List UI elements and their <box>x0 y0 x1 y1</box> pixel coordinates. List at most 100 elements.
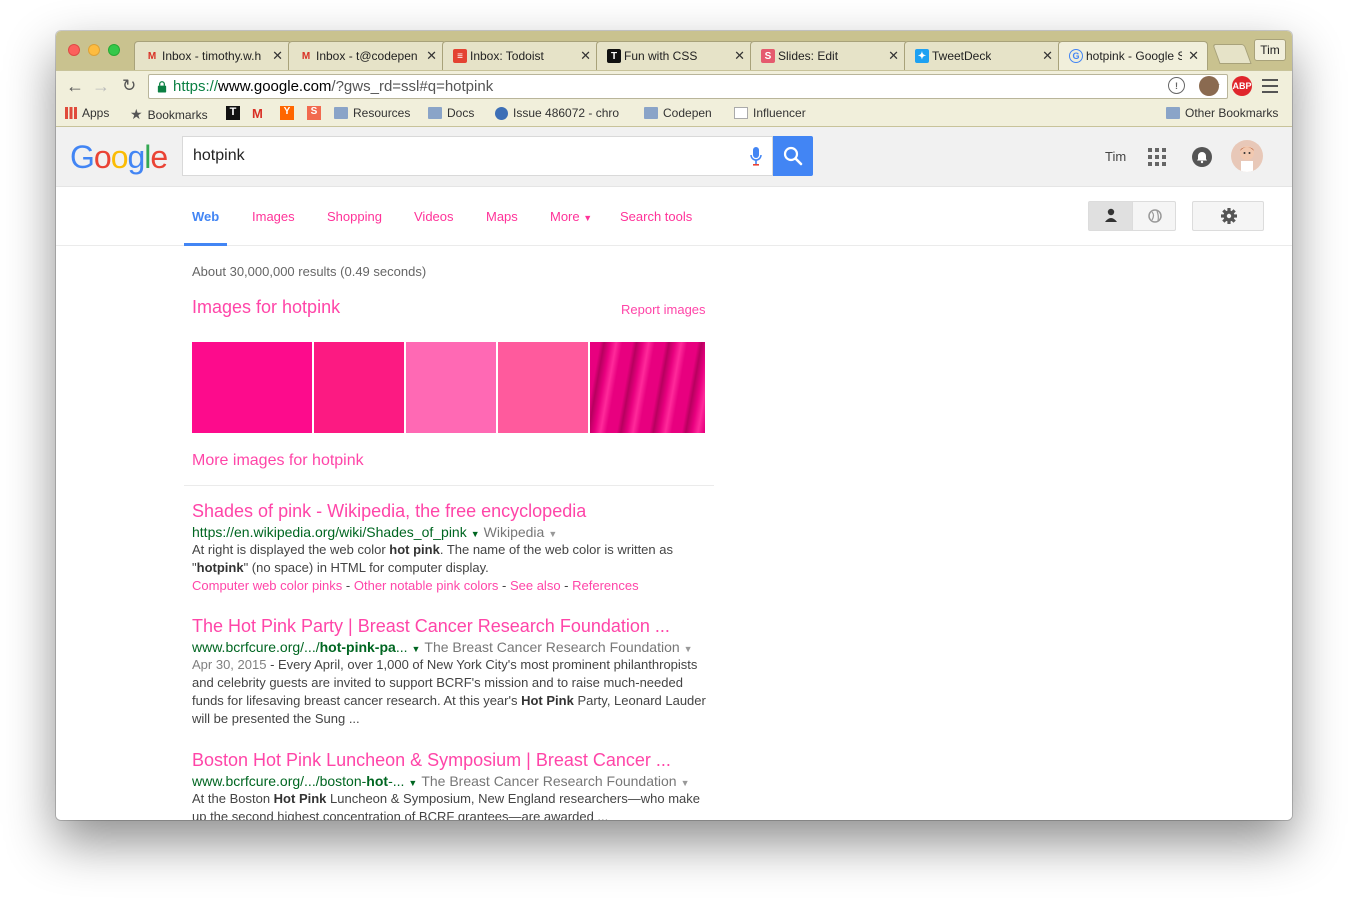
folder-icon <box>1166 107 1180 119</box>
back-arrow-icon[interactable]: ← <box>66 76 84 97</box>
user-name[interactable]: Tim <box>1105 149 1126 164</box>
result-title-link[interactable]: The Hot Pink Party | Breast Cancer Resea… <box>192 616 712 637</box>
image-thumbnail[interactable] <box>590 342 705 433</box>
caret-down-icon[interactable]: ▼ <box>408 778 417 788</box>
search-input[interactable]: hotpink <box>182 136 773 176</box>
bookmark-t[interactable]: T <box>226 106 240 120</box>
tab-gmail-2[interactable]: M Inbox - t@codepen ✕ <box>288 41 446 70</box>
search-tools-button[interactable]: Search tools <box>620 209 692 224</box>
bookmark-other[interactable]: Other Bookmarks <box>1166 106 1278 120</box>
sitelink[interactable]: Other notable pink colors <box>354 578 499 593</box>
more-images-link[interactable]: More images for hotpink <box>192 452 364 470</box>
caret-down-icon[interactable]: ▼ <box>684 644 693 654</box>
google-apps-icon[interactable] <box>1148 148 1166 166</box>
result-source: Wikipedia <box>483 524 545 540</box>
forward-arrow-icon[interactable]: → <box>92 76 110 97</box>
caret-down-icon: ▼ <box>583 213 593 223</box>
tab-title: hotpink - Google S <box>1086 49 1182 63</box>
star-icon: ★ <box>130 106 143 122</box>
microphone-icon[interactable] <box>750 147 762 167</box>
image-thumbnail[interactable] <box>192 342 312 433</box>
reload-icon[interactable]: ↻ <box>122 76 136 96</box>
result-title-link[interactable]: Shades of pink - Wikipedia, the free enc… <box>192 501 712 522</box>
folder-icon <box>428 107 442 119</box>
bookmark-bookmarks[interactable]: ★ Bookmarks <box>130 106 208 123</box>
bookmark-resources[interactable]: Resources <box>334 106 410 120</box>
close-tab-icon[interactable]: ✕ <box>1188 48 1199 64</box>
bookmark-gmail[interactable]: M <box>252 106 263 121</box>
google-header: Google hotpink Tim <box>56 127 1292 187</box>
tab-fun-with-css[interactable]: T Fun with CSS ✕ <box>596 41 754 70</box>
result-url: www.bcrfcure.org/.../boston-hot-... ▼ The … <box>192 773 690 789</box>
zoom-window-button[interactable] <box>108 44 120 56</box>
tab-more-label: More <box>550 209 580 224</box>
avatar[interactable] <box>1231 140 1263 172</box>
bookmark-label: Apps <box>82 106 110 120</box>
image-thumbnail[interactable] <box>406 342 496 433</box>
sitelink[interactable]: Computer web color pinks <box>192 578 342 593</box>
gmail-icon: M <box>301 50 311 62</box>
sitelink[interactable]: See also <box>510 578 561 593</box>
personal-results-button[interactable] <box>1089 202 1133 230</box>
bookmark-s[interactable]: S <box>307 106 321 120</box>
close-window-button[interactable] <box>68 44 80 56</box>
bookmark-label: Codepen <box>663 106 712 120</box>
image-thumbnail[interactable] <box>498 342 588 433</box>
tab-more[interactable]: More ▼ <box>550 209 592 224</box>
close-tab-icon[interactable]: ✕ <box>888 48 899 64</box>
image-thumbnail[interactable] <box>314 342 404 433</box>
t-icon: T <box>226 106 240 120</box>
search-icon <box>783 146 803 166</box>
person-icon <box>1105 208 1117 222</box>
global-results-button[interactable] <box>1133 202 1177 230</box>
address-bar[interactable]: https://www.google.com/?gws_rd=ssl#q=hot… <box>148 74 1228 99</box>
tab-title: Inbox - timothy.w.h <box>162 49 262 63</box>
info-extension-icon[interactable]: ! <box>1168 77 1185 94</box>
bookmark-apps[interactable]: Apps <box>65 106 109 120</box>
apps-grid-icon <box>65 107 77 119</box>
profile-button[interactable]: Tim <box>1254 39 1286 61</box>
tab-google-hotpink[interactable]: G hotpink - Google S ✕ <box>1058 41 1208 70</box>
tab-slides[interactable]: S Slides: Edit ✕ <box>750 41 908 70</box>
tab-web[interactable]: Web <box>192 209 219 224</box>
tab-todoist[interactable]: ≡ Inbox: Todoist ✕ <box>442 41 600 70</box>
settings-button[interactable] <box>1192 201 1264 231</box>
caret-down-icon[interactable]: ▼ <box>681 778 690 788</box>
tab-maps[interactable]: Maps <box>486 209 518 224</box>
close-tab-icon[interactable]: ✕ <box>734 48 745 64</box>
caret-down-icon[interactable]: ▼ <box>411 644 420 654</box>
result-title-link[interactable]: Boston Hot Pink Luncheon & Symposium | B… <box>192 750 712 771</box>
y-combinator-icon: Y <box>280 106 294 120</box>
bookmark-influencer[interactable]: Influencer <box>734 106 806 120</box>
search-button[interactable] <box>773 136 813 176</box>
tab-gmail-1[interactable]: M Inbox - timothy.w.h ✕ <box>134 41 292 70</box>
menu-hamburger-icon[interactable] <box>1262 79 1278 93</box>
google-logo[interactable]: Google <box>70 139 168 176</box>
bookmark-codepen[interactable]: Codepen <box>644 106 712 120</box>
bookmark-issue[interactable]: Issue 486072 - chro <box>495 106 626 120</box>
tab-tweetdeck[interactable]: ✦ TweetDeck ✕ <box>904 41 1062 70</box>
tab-images[interactable]: Images <box>252 209 295 224</box>
adblock-plus-icon[interactable]: ABP <box>1232 76 1252 96</box>
result-snippet: At the Boston Hot Pink Luncheon & Sympos… <box>192 791 700 820</box>
tab-videos[interactable]: Videos <box>414 209 454 224</box>
sitelink[interactable]: References <box>572 578 638 593</box>
minimize-window-button[interactable] <box>88 44 100 56</box>
close-tab-icon[interactable]: ✕ <box>1042 48 1053 64</box>
images-heading-link[interactable]: Images for hotpink <box>192 297 340 318</box>
notifications-bell-icon[interactable] <box>1192 147 1212 167</box>
tab-shopping[interactable]: Shopping <box>327 209 382 224</box>
tab-title: Slides: Edit <box>778 49 839 63</box>
bookmark-docs[interactable]: Docs <box>428 106 474 120</box>
bookmark-hackernews[interactable]: Y <box>280 106 294 120</box>
bookmark-label: Docs <box>447 106 475 120</box>
caret-down-icon[interactable]: ▼ <box>548 529 557 539</box>
close-tab-icon[interactable]: ✕ <box>426 48 437 64</box>
close-tab-icon[interactable]: ✕ <box>272 48 283 64</box>
close-tab-icon[interactable]: ✕ <box>580 48 591 64</box>
folder-icon <box>334 107 348 119</box>
new-tab-button[interactable] <box>1212 44 1252 64</box>
caret-down-icon[interactable]: ▼ <box>471 529 480 539</box>
ghostery-extension-icon[interactable] <box>1199 76 1219 96</box>
report-images-link[interactable]: Report images <box>621 302 706 317</box>
